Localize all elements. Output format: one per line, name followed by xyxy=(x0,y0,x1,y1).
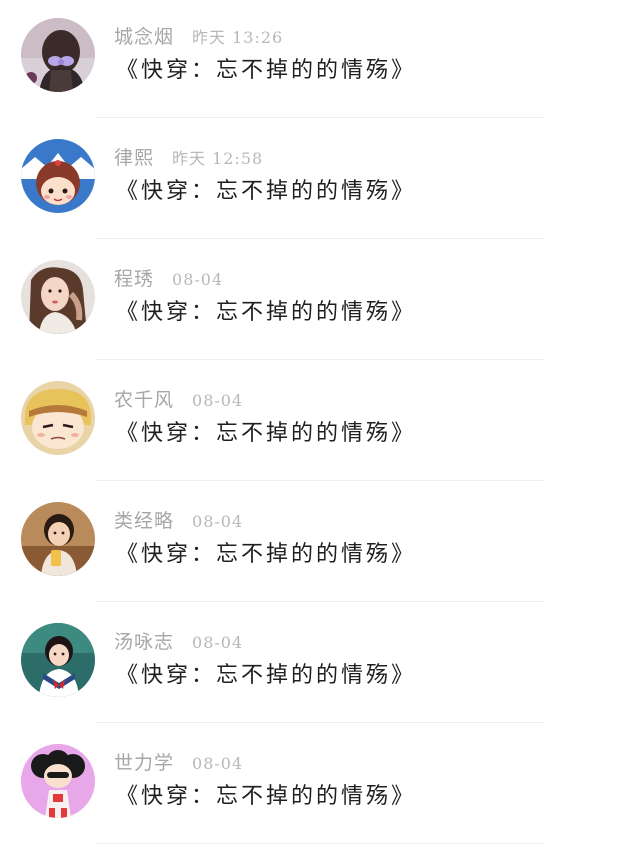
message-item[interactable]: 汤咏志 08-04 《快穿：忘不掉的的情殇》 xyxy=(0,605,640,726)
message-meta: 类经略 08-04 xyxy=(114,508,243,534)
cartoon-girl-avatar-icon[interactable] xyxy=(21,139,95,213)
message-text[interactable]: 《快穿：忘不掉的的情殇》 xyxy=(116,660,416,692)
message-time: 08-04 xyxy=(192,754,244,773)
message-time: 08-04 xyxy=(192,391,244,410)
message-meta: 农千风 08-04 xyxy=(114,387,243,413)
message-item[interactable]: 农千风 08-04 《快穿：忘不掉的的情殇》 xyxy=(0,363,640,484)
message-time: 昨天 12:58 xyxy=(172,149,264,168)
sender-name[interactable]: 汤咏志 xyxy=(114,631,174,653)
sender-name[interactable]: 律熙 xyxy=(114,147,154,169)
woman-portrait-avatar-icon[interactable] xyxy=(21,260,95,334)
message-text[interactable]: 《快穿：忘不掉的的情殇》 xyxy=(116,539,416,571)
message-text[interactable]: 《快穿：忘不掉的的情殇》 xyxy=(116,418,416,450)
divider xyxy=(95,601,545,602)
message-time: 08-04 xyxy=(172,270,224,289)
message-text[interactable]: 《快穿：忘不掉的的情殇》 xyxy=(116,176,416,208)
message-time: 昨天 13:26 xyxy=(192,28,284,47)
girl-bow-avatar-icon[interactable] xyxy=(21,18,95,92)
sender-name[interactable]: 程琇 xyxy=(114,268,154,290)
message-text[interactable]: 《快穿：忘不掉的的情殇》 xyxy=(116,297,416,329)
divider xyxy=(95,238,545,239)
message-item[interactable]: 城念烟 昨天 13:26 《快穿：忘不掉的的情殇》 xyxy=(0,0,640,121)
sender-name[interactable]: 类经略 xyxy=(114,510,174,532)
divider xyxy=(95,722,545,723)
message-item[interactable]: 世力学 08-04 《快穿：忘不掉的的情殇》 xyxy=(0,726,640,847)
message-list: 城念烟 昨天 13:26 《快穿：忘不掉的的情殇》 律熙 昨天 12:58 《快穿：… xyxy=(0,0,640,859)
message-item[interactable]: 律熙 昨天 12:58 《快穿：忘不掉的的情殇》 xyxy=(0,121,640,242)
message-text[interactable]: 《快穿：忘不掉的的情殇》 xyxy=(116,781,416,813)
child-drink-avatar-icon[interactable] xyxy=(21,502,95,576)
message-item[interactable]: 类经略 08-04 《快穿：忘不掉的的情殇》 xyxy=(0,484,640,605)
message-time: 08-04 xyxy=(192,633,244,652)
message-meta: 世力学 08-04 xyxy=(114,750,243,776)
message-meta: 律熙 昨天 12:58 xyxy=(114,145,263,171)
message-item[interactable]: 程琇 08-04 《快穿：忘不掉的的情殇》 xyxy=(0,242,640,363)
anime-boy-avatar-icon[interactable] xyxy=(21,381,95,455)
sender-name[interactable]: 世力学 xyxy=(114,752,174,774)
message-meta: 城念烟 昨天 13:26 xyxy=(114,24,283,50)
sender-name[interactable]: 城念烟 xyxy=(114,26,174,48)
cartoon-pink-avatar-icon[interactable] xyxy=(21,744,95,818)
divider xyxy=(95,117,545,118)
divider xyxy=(95,359,545,360)
message-meta: 汤咏志 08-04 xyxy=(114,629,243,655)
message-text[interactable]: 《快穿：忘不掉的的情殇》 xyxy=(116,55,416,87)
divider xyxy=(95,480,545,481)
message-meta: 程琇 08-04 xyxy=(114,266,223,292)
divider xyxy=(95,843,545,844)
message-time: 08-04 xyxy=(192,512,244,531)
sailor-girl-avatar-icon[interactable] xyxy=(21,623,95,697)
sender-name[interactable]: 农千风 xyxy=(114,389,174,411)
